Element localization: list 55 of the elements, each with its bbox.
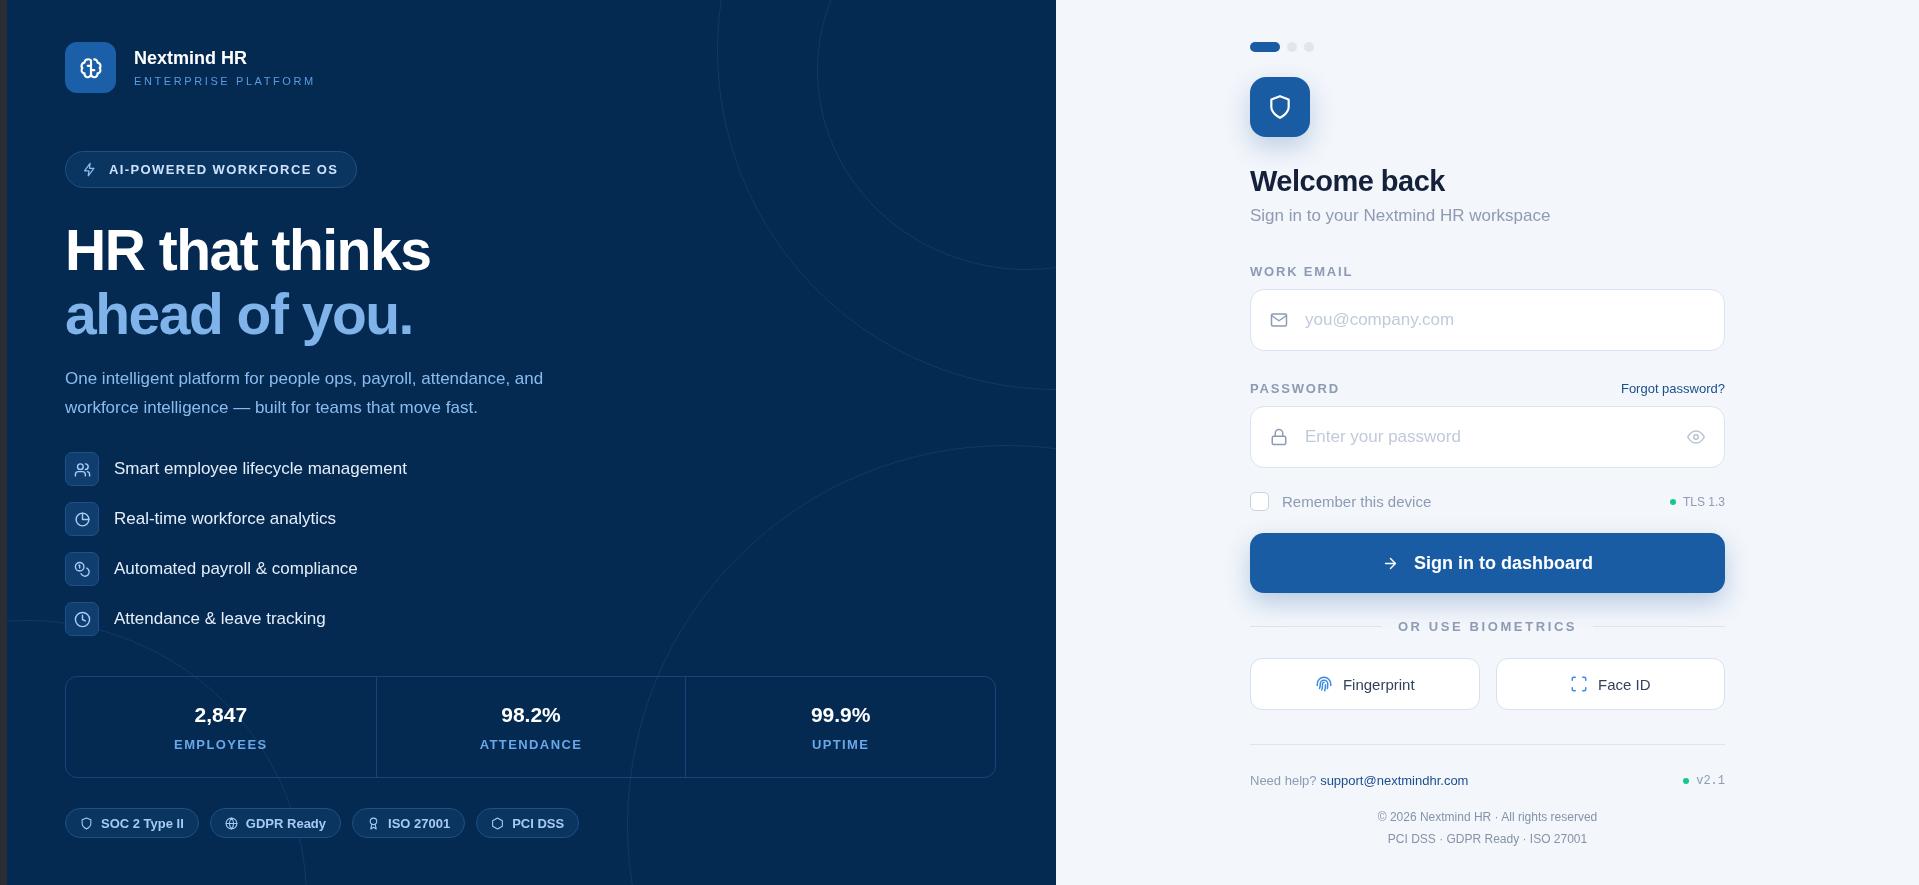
compliance-badge: SOC 2 Type II bbox=[65, 808, 199, 838]
copyright-text: © 2026 Nextmind HR · All rights reserved bbox=[1376, 810, 1599, 824]
stat-value: 98.2% bbox=[501, 702, 561, 727]
users-icon bbox=[73, 460, 91, 478]
form-title: Welcome back bbox=[1250, 165, 1446, 198]
intro-paragraph: One intelligent platform for people ops, payroll, attendance, and workforce intelligence — built for teams that move fast. bbox=[65, 368, 545, 419]
mail-icon bbox=[1270, 311, 1288, 329]
compliance-badge: PCI DSS bbox=[476, 808, 580, 838]
feature-label: Real-time workforce analytics bbox=[114, 509, 336, 529]
shield-icon bbox=[80, 816, 93, 830]
stat-value: 99.9% bbox=[810, 702, 871, 727]
status-dot bbox=[1669, 498, 1676, 505]
status-dot bbox=[1683, 777, 1690, 784]
field-label: PASSWORD bbox=[1250, 381, 1340, 396]
sign-in-button[interactable]: Sign in to dashboard bbox=[1250, 533, 1725, 593]
face-id-button[interactable]: Face ID bbox=[1495, 658, 1725, 710]
password-field[interactable]: Enter your password bbox=[1250, 406, 1725, 468]
tag-pill: AI-POWERED WORKFORCE OS bbox=[65, 151, 358, 188]
headline: HR that thinks bbox=[65, 218, 431, 282]
shield-icon bbox=[1267, 94, 1293, 120]
remember-label: Remember this device bbox=[1282, 493, 1432, 510]
compliance-badge: ISO 27001 bbox=[352, 808, 466, 838]
stat-label: ATTENDANCE bbox=[479, 736, 583, 752]
compliance-badge: GDPR Ready bbox=[209, 808, 342, 838]
fingerprint-button[interactable]: Fingerprint bbox=[1250, 658, 1480, 710]
coins-icon bbox=[73, 560, 91, 578]
feature-label: Attendance & leave tracking bbox=[114, 609, 326, 629]
lock-icon bbox=[1270, 428, 1288, 446]
fingerprint-icon bbox=[1314, 675, 1333, 693]
feature-label: Smart employee lifecycle management bbox=[114, 459, 407, 479]
eye-icon bbox=[1687, 428, 1705, 446]
forgot-password-link[interactable]: Forgot password? bbox=[1620, 381, 1725, 396]
headline-accent: ahead of you. bbox=[65, 282, 413, 346]
scan-frame-icon bbox=[1570, 675, 1588, 693]
stat-label: UPTIME bbox=[811, 736, 870, 752]
email-field[interactable]: you@company.com bbox=[1250, 289, 1725, 351]
brand-name: Nextmind HR bbox=[134, 48, 248, 69]
feature-label: Automated payroll & compliance bbox=[114, 559, 358, 579]
version-label: v2.1 bbox=[1696, 773, 1725, 788]
lightning-icon bbox=[82, 162, 97, 177]
divider-label: OR USE BIOMETRICS bbox=[1397, 619, 1578, 634]
pie-chart-icon bbox=[73, 510, 91, 528]
clock-icon bbox=[73, 610, 91, 628]
hexagon-icon bbox=[491, 816, 505, 830]
remember-checkbox[interactable] bbox=[1250, 492, 1269, 511]
brand-tagline: ENTERPRISE PLATFORM bbox=[134, 75, 316, 87]
stat-label: EMPLOYEES bbox=[174, 736, 268, 752]
form-subtitle: Sign in to your Nextmind HR workspace bbox=[1250, 206, 1552, 226]
compliance-text: PCI DSS · GDPR Ready · ISO 27001 bbox=[1386, 832, 1589, 846]
field-label: WORK EMAIL bbox=[1250, 264, 1354, 279]
help-text: Need help? support@nextmindhr.com bbox=[1250, 773, 1469, 788]
support-email-link[interactable]: support@nextmindhr.com bbox=[1320, 773, 1469, 788]
globe-icon bbox=[224, 816, 238, 830]
stat-value: 2,847 bbox=[194, 702, 248, 727]
security-label: TLS 1.3 bbox=[1682, 494, 1725, 509]
